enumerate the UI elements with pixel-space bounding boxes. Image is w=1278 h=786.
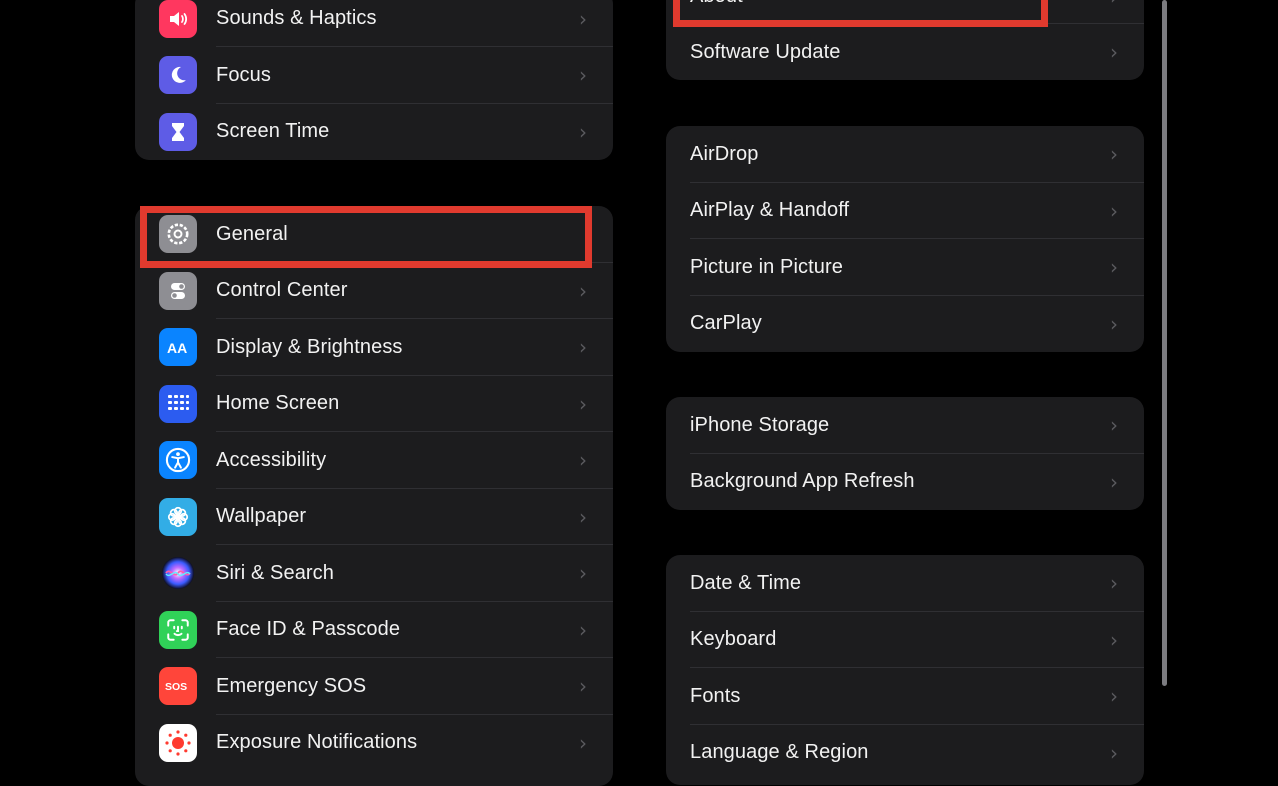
settings-row-exposure-notifications[interactable]: Exposure Notifications › — [135, 715, 613, 772]
general-row-label: About — [690, 0, 743, 8]
flower-icon — [159, 497, 197, 536]
general-row-iphone-storage[interactable]: iPhone Storage › — [666, 397, 1144, 454]
toggles-icon — [159, 271, 197, 310]
settings-row-label: Home Screen — [216, 392, 340, 415]
chevron-right-icon: › — [1110, 627, 1118, 652]
chevron-right-icon: › — [579, 335, 587, 360]
chevron-right-icon: › — [579, 278, 587, 303]
chevron-right-icon: › — [1110, 142, 1118, 167]
settings-row-label: Face ID & Passcode — [216, 618, 401, 641]
chevron-right-icon: › — [1110, 684, 1118, 709]
settings-row-home-screen[interactable]: Home Screen › — [135, 376, 613, 432]
general-row-label: Keyboard — [690, 628, 777, 651]
general-row-fonts[interactable]: Fonts › — [666, 668, 1144, 725]
chevron-right-icon: › — [1110, 740, 1118, 765]
chevron-right-icon: › — [1110, 0, 1118, 9]
text-size-icon: AA — [159, 328, 197, 367]
general-row-airdrop[interactable]: AirDrop › — [666, 126, 1144, 183]
general-row-label: Software Update — [690, 40, 841, 63]
general-row-label: iPhone Storage — [690, 413, 830, 436]
settings-row-accessibility[interactable]: Accessibility › — [135, 432, 613, 489]
chevron-right-icon: › — [1110, 311, 1118, 336]
moon-icon — [159, 56, 197, 95]
chevron-right-icon: › — [579, 730, 587, 755]
general-row-label: AirPlay & Handoff — [690, 199, 850, 222]
general-row-label: CarPlay — [690, 312, 762, 335]
speaker-icon — [159, 0, 197, 38]
chevron-right-icon: › — [579, 63, 587, 88]
chevron-right-icon: › — [1110, 40, 1118, 65]
general-row-label: Fonts — [690, 684, 741, 707]
general-row-date-time[interactable]: Date & Time › — [666, 555, 1144, 612]
settings-row-emergency-sos[interactable]: SOS Emergency SOS › — [135, 658, 613, 715]
general-row-language-region[interactable]: Language & Region › — [666, 725, 1144, 782]
general-group-locale: Date & Time › Keyboard › Fonts › Languag… — [666, 555, 1144, 785]
general-row-label: Language & Region — [690, 741, 869, 764]
settings-row-label: Siri & Search — [216, 561, 335, 584]
settings-row-sounds-haptics[interactable]: Sounds & Haptics › — [135, 0, 613, 47]
settings-row-focus[interactable]: Focus › — [135, 47, 613, 104]
face-id-icon — [159, 610, 197, 649]
general-row-about[interactable]: About › — [666, 0, 1144, 24]
accessibility-icon — [159, 441, 197, 480]
settings-row-screen-time[interactable]: Screen Time › — [135, 104, 613, 161]
settings-row-display-brightness[interactable]: AA Display & Brightness › — [135, 319, 613, 376]
settings-row-control-center[interactable]: Control Center › — [135, 263, 613, 319]
chevron-right-icon: › — [579, 561, 587, 586]
chevron-right-icon: › — [1110, 469, 1118, 494]
settings-row-label: Control Center — [216, 279, 348, 302]
general-row-label: Background App Refresh — [690, 470, 915, 493]
settings-row-label: Emergency SOS — [216, 674, 367, 697]
settings-row-label: General — [216, 222, 288, 245]
chevron-right-icon: › — [1110, 198, 1118, 223]
svg-text:SOS: SOS — [165, 681, 187, 693]
chevron-right-icon: › — [579, 448, 587, 473]
general-row-background-app-refresh[interactable]: Background App Refresh › — [666, 454, 1144, 511]
general-row-software-update[interactable]: Software Update › — [666, 24, 1144, 80]
general-group-storage: iPhone Storage › Background App Refresh … — [666, 397, 1144, 510]
chevron-right-icon: › — [579, 617, 587, 642]
general-row-airplay-handoff[interactable]: AirPlay & Handoff › — [666, 183, 1144, 239]
settings-row-wallpaper[interactable]: Wallpaper › — [135, 489, 613, 545]
settings-row-face-id-passcode[interactable]: Face ID & Passcode › — [135, 602, 613, 658]
general-row-keyboard[interactable]: Keyboard › — [666, 612, 1144, 668]
settings-row-label: Screen Time — [216, 120, 330, 143]
general-group-about: About › Software Update › — [666, 0, 1144, 80]
settings-row-label: Sounds & Haptics — [216, 7, 377, 29]
chevron-right-icon: › — [579, 391, 587, 416]
scrollbar[interactable] — [1162, 0, 1167, 686]
hourglass-icon — [159, 112, 197, 151]
sos-icon: SOS — [159, 667, 197, 706]
settings-group-system: General Control Center › AA Display & Br… — [135, 206, 613, 786]
general-row-label: AirDrop — [690, 142, 759, 165]
siri-icon — [159, 554, 197, 593]
chevron-right-icon: › — [1110, 413, 1118, 438]
settings-row-label: Display & Brightness — [216, 335, 403, 358]
exposure-icon — [159, 723, 197, 762]
general-row-label: Date & Time — [690, 571, 802, 594]
settings-row-label: Focus — [216, 63, 271, 86]
general-row-picture-in-picture[interactable]: Picture in Picture › — [666, 239, 1144, 296]
chevron-right-icon: › — [579, 119, 587, 144]
chevron-right-icon: › — [579, 6, 587, 31]
general-group-connectivity: AirDrop › AirPlay & Handoff › Picture in… — [666, 126, 1144, 352]
settings-row-label: Wallpaper — [216, 505, 307, 528]
svg-text:AA: AA — [167, 340, 187, 356]
chevron-right-icon: › — [1110, 571, 1118, 596]
chevron-right-icon: › — [1110, 255, 1118, 280]
settings-group-notifications: Sounds & Haptics › Focus › Screen Time › — [135, 0, 613, 160]
general-row-label: Picture in Picture — [690, 255, 843, 278]
general-row-carplay[interactable]: CarPlay › — [666, 296, 1144, 353]
chevron-right-icon: › — [579, 504, 587, 529]
gear-icon — [159, 215, 197, 254]
settings-row-general[interactable]: General — [135, 206, 613, 263]
settings-row-label: Exposure Notifications — [216, 731, 418, 754]
settings-row-siri-search[interactable]: Siri & Search › — [135, 545, 613, 602]
app-grid-icon — [159, 384, 197, 423]
settings-row-label: Accessibility — [216, 448, 327, 471]
chevron-right-icon: › — [579, 674, 587, 699]
